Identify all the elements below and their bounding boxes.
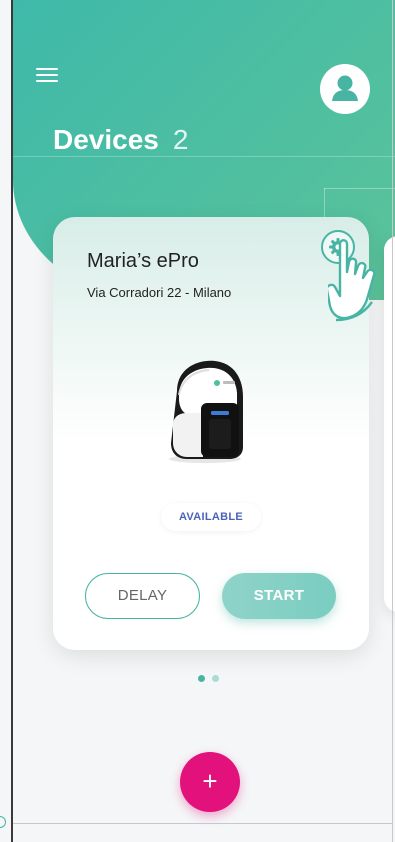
delay-button[interactable]: DELAY (85, 573, 200, 619)
device-count: 2 (172, 124, 189, 155)
device-address: Via Corradori 22 - Milano (87, 285, 232, 300)
device-card[interactable]: Maria’s ePro Via Corradori 22 - Milano A… (53, 217, 369, 650)
device-frame-right (392, 0, 393, 842)
status-badge: AVAILABLE (161, 503, 261, 531)
start-button[interactable]: START (222, 573, 336, 619)
device-name: Maria’s ePro (87, 250, 199, 272)
page-title-label: Devices (53, 124, 159, 155)
page-title: Devices 2 (53, 124, 188, 156)
page-dot-2[interactable] (212, 675, 219, 682)
add-device-button[interactable]: + (180, 752, 240, 812)
gear-icon (329, 238, 347, 256)
pagination-dots (198, 675, 228, 683)
app-screen: Devices 2 Maria’s ePro Via Corradori 22 -… (0, 0, 395, 842)
next-device-card[interactable] (384, 236, 395, 612)
bottom-divider (13, 823, 392, 824)
decorative-line (13, 156, 395, 157)
decorative-line (324, 188, 395, 189)
user-avatar-icon[interactable] (320, 64, 370, 114)
hamburger-menu-icon[interactable] (36, 66, 60, 84)
edge-marker (0, 816, 6, 828)
page-dot-1[interactable] (198, 675, 205, 682)
settings-button[interactable] (321, 230, 355, 264)
device-frame-left (11, 0, 13, 842)
charger-device-image (163, 355, 247, 465)
